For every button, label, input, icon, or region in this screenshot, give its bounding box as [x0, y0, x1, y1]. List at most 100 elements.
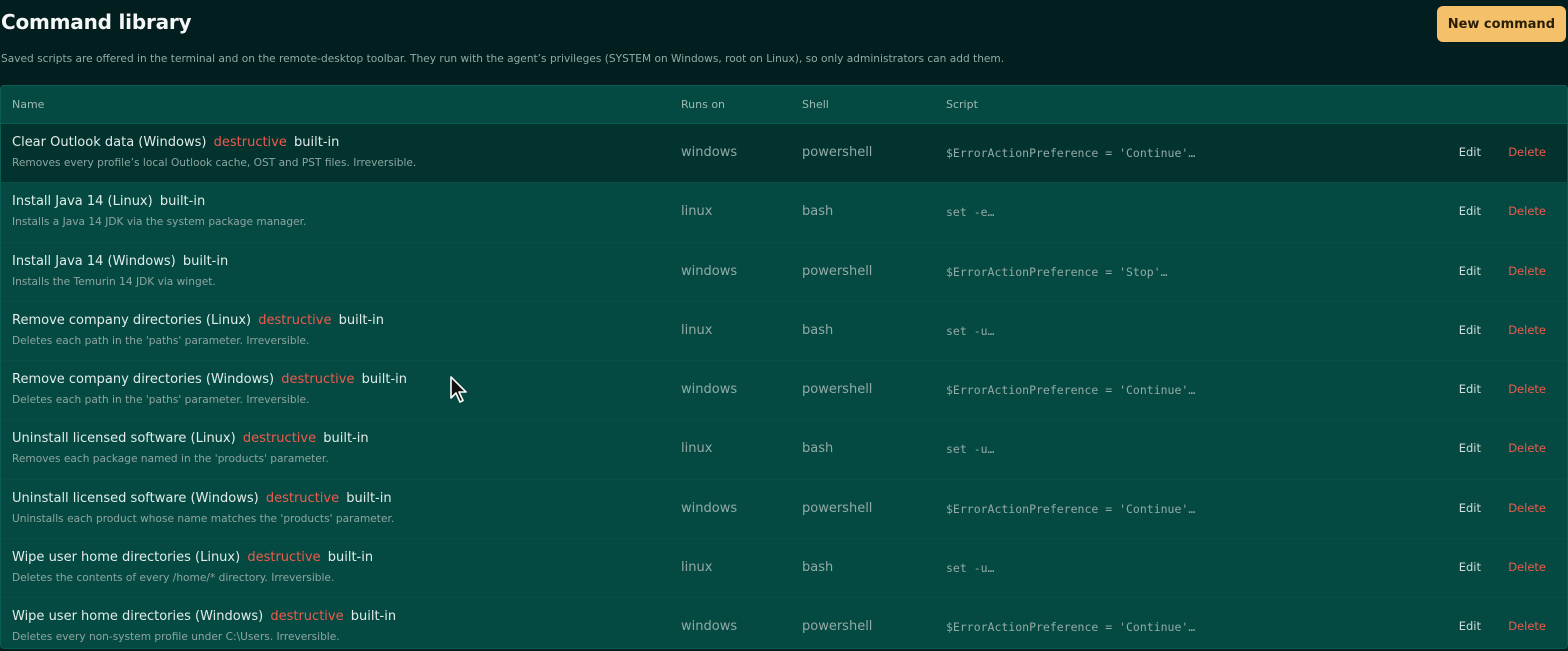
builtin-badge: built-in — [346, 490, 392, 506]
script-preview-cell: set -u… — [946, 323, 995, 338]
script-preview-cell: $ErrorActionPreference = 'Continue'… — [946, 501, 1196, 516]
shell-cell: bash — [802, 560, 834, 576]
builtin-badge: built-in — [323, 431, 369, 447]
delete-button[interactable]: Delete — [1508, 619, 1546, 633]
runs-on-cell: windows — [681, 263, 738, 279]
command-description: Deletes each path in the 'paths' paramet… — [12, 334, 310, 347]
runs-on-cell: windows — [681, 382, 738, 398]
script-preview-cell: set -u… — [946, 561, 995, 576]
script-preview-cell: set -u… — [946, 442, 995, 457]
script-preview-cell: $ErrorActionPreference = 'Continue'… — [946, 383, 1196, 398]
command-library-page: Command library New command Saved script… — [0, 0, 1568, 651]
shell-cell: powershell — [802, 500, 873, 516]
table-row: Wipe user home directories (Windows) des… — [1, 598, 1567, 648]
runs-on-cell: linux — [681, 441, 713, 457]
column-header-shell: Shell — [802, 98, 829, 111]
command-name: Install Java 14 (Linux) — [12, 194, 153, 210]
delete-button[interactable]: Delete — [1508, 204, 1546, 218]
edit-button[interactable]: Edit — [1459, 204, 1481, 218]
command-name-line: Remove company directories (Linux) destr… — [12, 313, 384, 328]
new-command-button[interactable]: New command — [1436, 6, 1566, 42]
command-name-line: Wipe user home directories (Linux) destr… — [12, 550, 373, 565]
table-row: Uninstall licensed software (Linux) dest… — [1, 420, 1567, 480]
delete-button[interactable]: Delete — [1508, 264, 1546, 278]
page-title: Command library — [1, 10, 192, 34]
builtin-badge: built-in — [361, 372, 407, 388]
delete-button[interactable]: Delete — [1508, 560, 1546, 574]
command-description: Uninstalls each product whose name match… — [12, 512, 395, 525]
delete-button[interactable]: Delete — [1508, 501, 1546, 515]
table-row: Wipe user home directories (Linux) destr… — [1, 539, 1567, 599]
command-description: Deletes each path in the 'paths' paramet… — [12, 394, 310, 407]
runs-on-cell: windows — [681, 500, 738, 516]
table-header: Name Runs on Shell Script — [1, 86, 1567, 124]
command-description: Deletes the contents of every /home/* di… — [12, 572, 335, 585]
edit-button[interactable]: Edit — [1459, 441, 1481, 455]
shell-cell: powershell — [802, 382, 873, 398]
column-header-runs-on: Runs on — [681, 98, 726, 111]
mouse-pointer-icon — [450, 376, 467, 403]
command-name: Wipe user home directories (Linux) — [12, 550, 241, 566]
command-name: Uninstall licensed software (Linux) — [12, 431, 236, 447]
runs-on-cell: linux — [681, 560, 713, 576]
delete-button[interactable]: Delete — [1508, 323, 1546, 337]
command-name-line: Install Java 14 (Linux) built-in — [12, 194, 205, 209]
delete-button[interactable]: Delete — [1508, 441, 1546, 455]
edit-button[interactable]: Edit — [1459, 501, 1481, 515]
shell-cell: bash — [802, 441, 834, 457]
destructive-badge: destructive — [258, 312, 332, 328]
command-name-line: Uninstall licensed software (Linux) dest… — [12, 431, 369, 446]
shell-cell: powershell — [802, 619, 873, 635]
destructive-badge: destructive — [265, 490, 340, 506]
edit-button[interactable]: Edit — [1459, 145, 1481, 159]
command-description: Deletes every non-system profile under C… — [12, 631, 340, 644]
builtin-badge: built-in — [350, 609, 397, 625]
shell-cell: bash — [802, 322, 834, 338]
script-preview-cell: set -e… — [946, 205, 995, 220]
command-name: Remove company directories (Linux) — [12, 312, 252, 328]
command-description: Removes each package named in the 'produ… — [12, 453, 329, 466]
commands-table: Name Runs on Shell Script Clear Outlook … — [0, 85, 1568, 649]
command-description: Removes every profile’s local Outlook ca… — [12, 157, 417, 169]
script-preview-cell: $ErrorActionPreference = 'Stop'… — [946, 264, 1168, 279]
builtin-badge: built-in — [338, 312, 384, 328]
script-preview-cell: $ErrorActionPreference = 'Continue'… — [946, 620, 1196, 635]
runs-on-cell: linux — [681, 204, 713, 220]
delete-button[interactable]: Delete — [1508, 382, 1546, 396]
command-name-line: Uninstall licensed software (Windows) de… — [12, 491, 392, 506]
edit-button[interactable]: Edit — [1459, 323, 1481, 337]
command-name-line: Clear Outlook data (Windows) destructive… — [12, 135, 339, 150]
destructive-badge: destructive — [281, 372, 355, 388]
command-name: Wipe user home directories (Windows) — [12, 609, 264, 625]
command-description: Installs a Java 14 JDK via the system pa… — [12, 216, 307, 229]
delete-button[interactable]: Delete — [1508, 145, 1546, 159]
command-name: Install Java 14 (Windows) — [12, 253, 176, 269]
table-row: Install Java 14 (Windows) built-in Instal… — [1, 243, 1567, 302]
destructive-badge: destructive — [242, 431, 317, 447]
builtin-badge: built-in — [327, 550, 374, 566]
edit-button[interactable]: Edit — [1459, 619, 1481, 633]
script-preview-cell: $ErrorActionPreference = 'Continue'… — [946, 146, 1196, 160]
command-name: Clear Outlook data (Windows) — [12, 135, 207, 150]
destructive-badge: destructive — [213, 135, 287, 150]
table-row: Install Java 14 (Linux) built-in Installs… — [1, 183, 1567, 243]
edit-button[interactable]: Edit — [1459, 382, 1481, 396]
page-subtitle: Saved scripts are offered in the termina… — [1, 53, 1005, 65]
destructive-badge: destructive — [247, 550, 321, 566]
runs-on-cell: linux — [681, 322, 713, 338]
runs-on-cell: windows — [681, 145, 738, 160]
edit-button[interactable]: Edit — [1459, 264, 1481, 278]
command-name-line: Wipe user home directories (Windows) des… — [12, 609, 396, 624]
table-row: Uninstall licensed software (Windows) de… — [1, 480, 1567, 540]
shell-cell: powershell — [802, 263, 873, 279]
table-row: Clear Outlook data (Windows) destructive… — [1, 124, 1567, 184]
command-description: Installs the Temurin 14 JDK via winget. — [12, 275, 216, 288]
command-name-line: Install Java 14 (Windows) built-in — [12, 254, 228, 269]
builtin-badge: built-in — [294, 135, 340, 150]
shell-cell: powershell — [802, 145, 873, 160]
table-body: Clear Outlook data (Windows) destructive… — [1, 124, 1567, 648]
shell-cell: bash — [802, 204, 834, 220]
command-name: Remove company directories (Windows) — [12, 372, 275, 388]
destructive-badge: destructive — [270, 609, 344, 625]
edit-button[interactable]: Edit — [1459, 560, 1481, 574]
